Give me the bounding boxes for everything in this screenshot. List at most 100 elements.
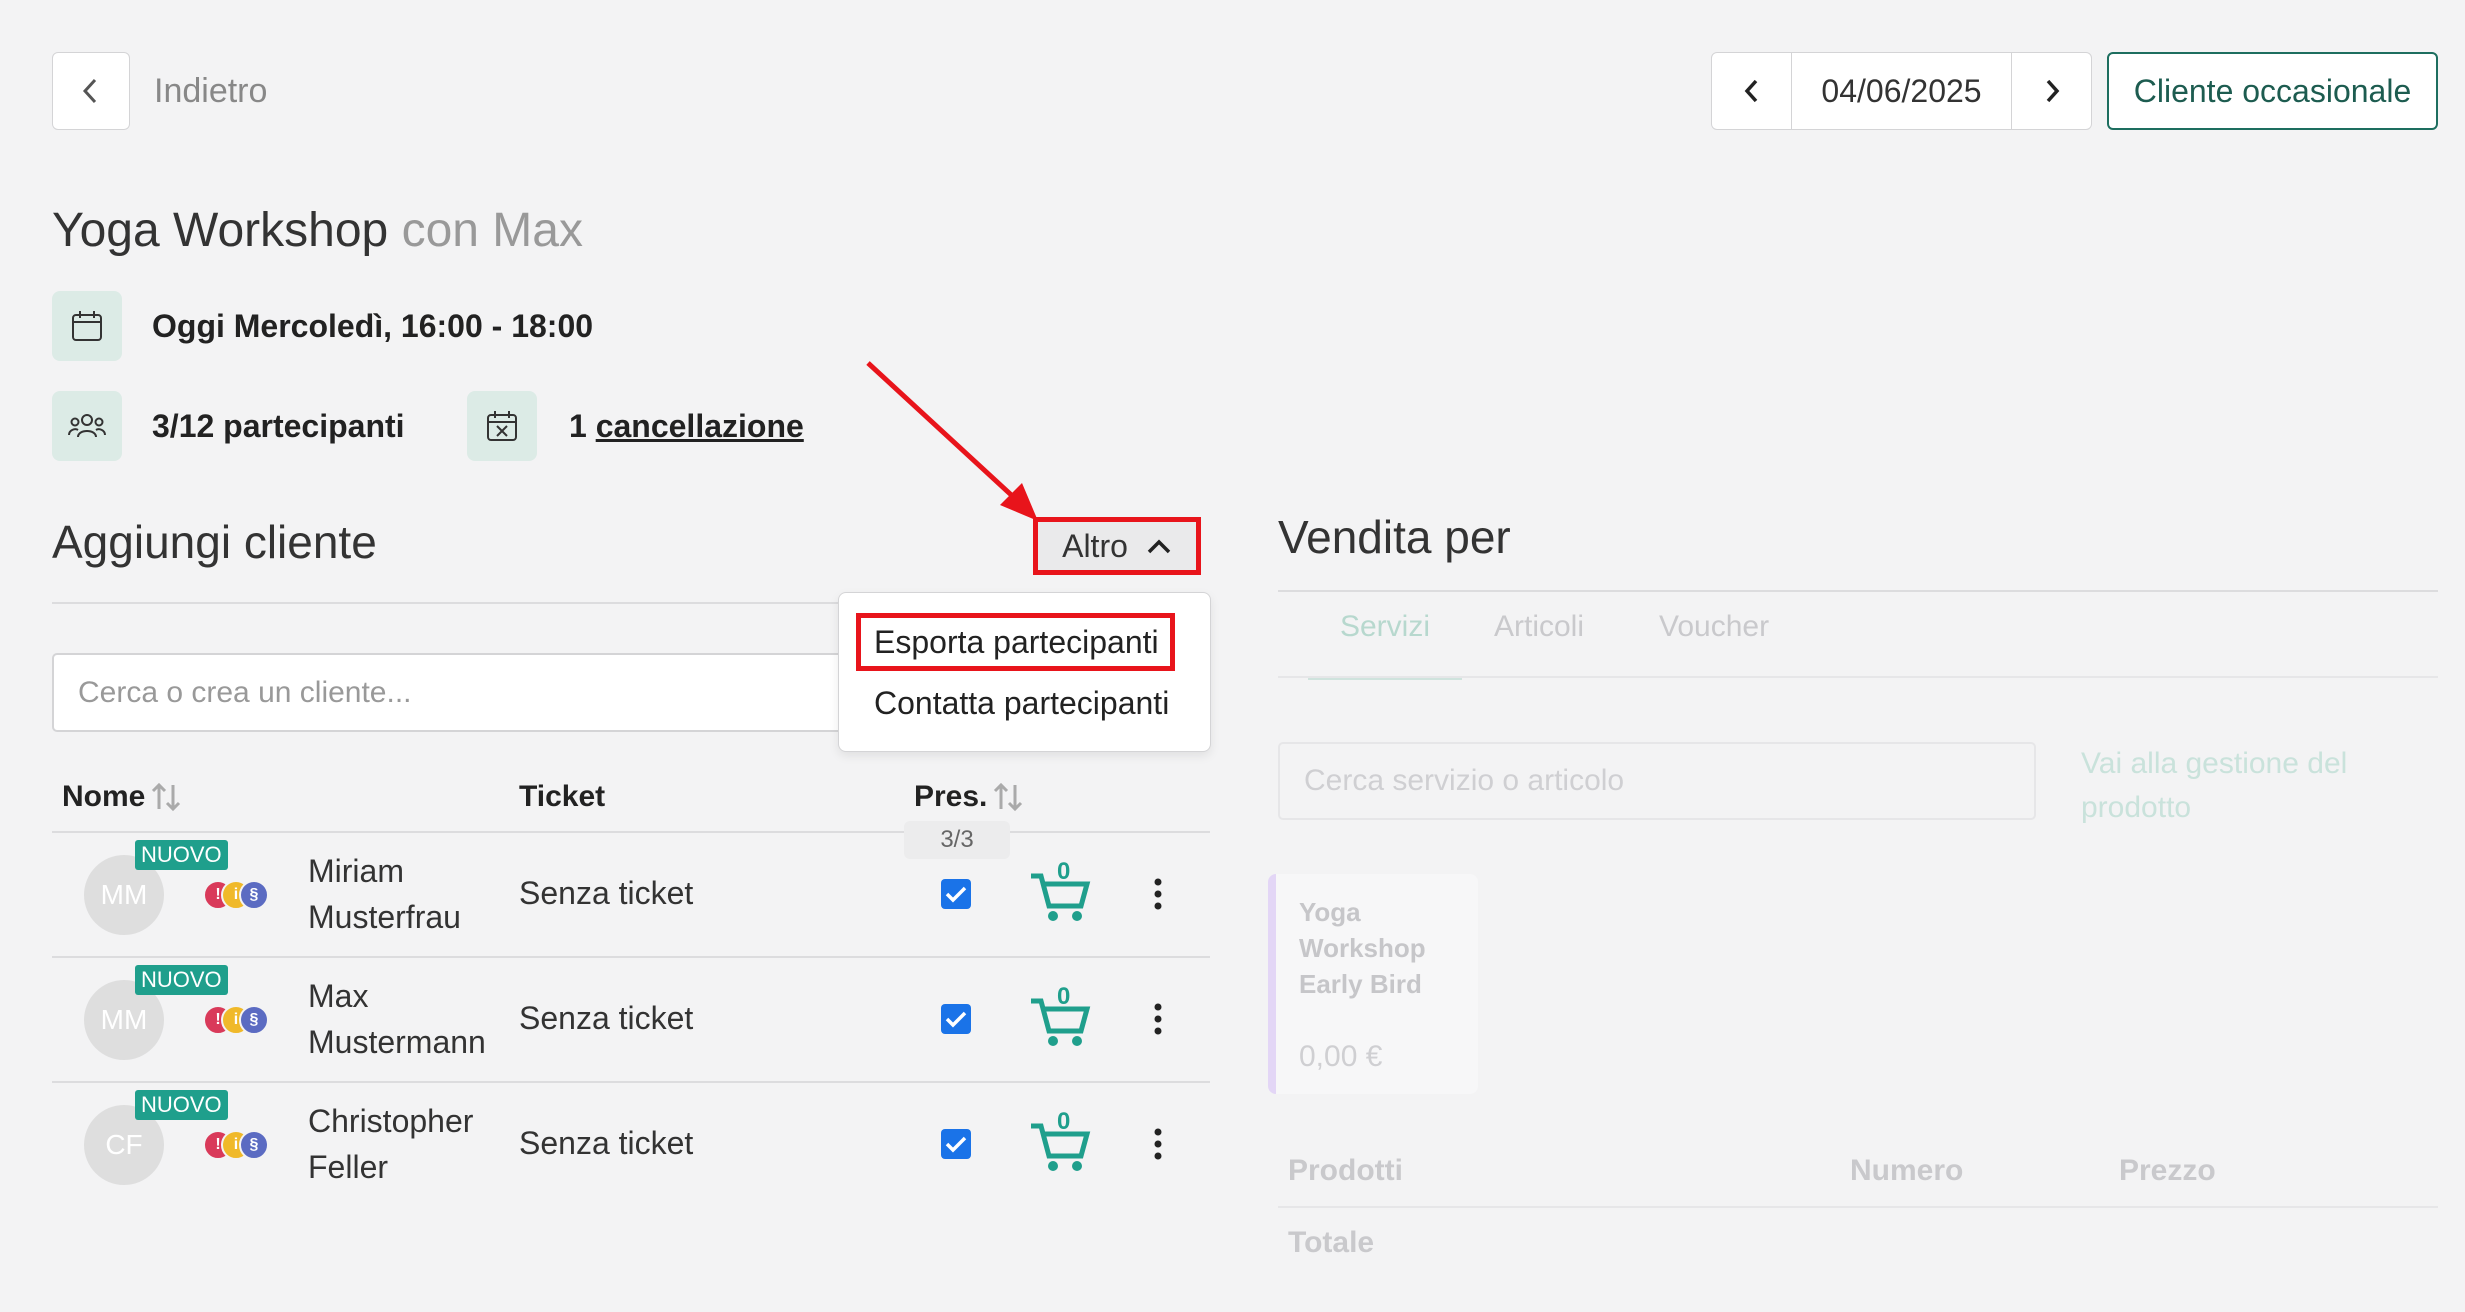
- column-header-pres[interactable]: Pres.: [914, 780, 1025, 814]
- product-search-input[interactable]: Cerca servizio o articolo: [1278, 742, 2036, 820]
- column-header-ticket: Ticket: [519, 780, 606, 813]
- paragraph-icon: §: [239, 1005, 269, 1035]
- client-last-name: Feller: [308, 1149, 389, 1185]
- tabs-divider: [1278, 676, 2438, 678]
- back-label[interactable]: Indietro: [154, 72, 267, 111]
- table-row[interactable]: CF NUOVO ! i § Christopher Feller Senza …: [52, 1083, 1210, 1207]
- row-more-menu[interactable]: [1152, 1128, 1164, 1165]
- presence-checkbox[interactable]: [941, 1004, 971, 1034]
- table-row[interactable]: MM NUOVO ! i § Miriam Musterfrau Senza t…: [52, 832, 1210, 956]
- sale-heading: Vendita per: [1278, 511, 1511, 563]
- cancellation-link[interactable]: cancellazione: [596, 408, 804, 444]
- manage-products-link[interactable]: Vai alla gestione del prodotto: [2081, 742, 2401, 830]
- client-name[interactable]: Miriam Musterfrau: [308, 848, 461, 940]
- back-button[interactable]: [52, 52, 130, 130]
- calendar-x-icon: [487, 411, 517, 441]
- total-label: Totale: [1288, 1226, 1375, 1259]
- altro-label: Altro: [1062, 527, 1128, 564]
- client-last-name: Musterfrau: [308, 899, 461, 935]
- chevron-left-icon: [82, 78, 97, 104]
- new-badge: NUOVO: [135, 1090, 228, 1120]
- client-name[interactable]: Christopher Feller: [308, 1098, 473, 1190]
- status-dots: ! i §: [203, 1005, 269, 1035]
- table-row[interactable]: MM NUOVO ! i § Max Mustermann Senza tick…: [52, 958, 1210, 1082]
- sale-divider: [1278, 590, 2438, 592]
- event-instructor: con Max: [401, 204, 583, 257]
- altro-button[interactable]: Altro: [1033, 517, 1201, 575]
- kebab-menu-icon: [1154, 1128, 1162, 1160]
- client-last-name: Mustermann: [308, 1024, 486, 1060]
- cart-count: 0: [1057, 1108, 1071, 1135]
- chevron-up-icon: [1147, 539, 1171, 554]
- client-first-name: Christopher: [308, 1103, 474, 1139]
- calendar-icon: [72, 311, 102, 341]
- occasional-client-button[interactable]: Cliente occasionale: [2107, 52, 2438, 130]
- check-icon: [945, 886, 967, 903]
- kebab-menu-icon: [1154, 878, 1162, 910]
- client-search-input[interactable]: Cerca o crea un cliente...: [52, 653, 932, 732]
- ticket-value: Senza ticket: [519, 875, 694, 911]
- cancellation-count: 1: [569, 408, 587, 444]
- kebab-menu-icon: [1154, 1003, 1162, 1035]
- cart-count: 0: [1057, 983, 1071, 1010]
- column-header-products: Prodotti: [1288, 1154, 1403, 1187]
- event-title: Yoga Workshop: [52, 204, 389, 257]
- paragraph-icon: §: [239, 1130, 269, 1160]
- chevron-right-icon: [2046, 79, 2059, 103]
- ticket-value: Senza ticket: [519, 1000, 694, 1036]
- presence-checkbox[interactable]: [941, 879, 971, 909]
- row-more-menu[interactable]: [1152, 878, 1164, 915]
- column-header-name[interactable]: Nome: [62, 780, 183, 814]
- cancellations: 1 cancellazione: [569, 408, 804, 445]
- tab-label: Servizi: [1339, 610, 1430, 643]
- client-first-name: Miriam: [308, 853, 404, 889]
- sale-tabs: Servizi Articoli Voucher: [1278, 610, 2438, 680]
- status-dots: ! i §: [203, 1130, 269, 1160]
- participants-count: 3/12 partecipanti: [152, 408, 405, 444]
- status-dots: ! i §: [203, 880, 269, 910]
- client-name[interactable]: Max Mustermann: [308, 973, 486, 1065]
- date-value[interactable]: 04/06/2025: [1792, 53, 2011, 129]
- product-price: 0,00 €: [1299, 1040, 1383, 1073]
- add-client-heading: Aggiungi cliente: [52, 516, 377, 568]
- cart-button[interactable]: 0: [1029, 983, 1093, 1051]
- page-title: Yoga Workshop con Max: [52, 203, 583, 258]
- date-navigator: 04/06/2025: [1711, 52, 2092, 130]
- calendar-icon-tile: [52, 291, 122, 361]
- cancellation-icon-tile: [467, 391, 537, 461]
- column-header-price: Prezzo: [2119, 1154, 2216, 1187]
- menu-item-label: Esporta partecipanti: [874, 623, 1159, 660]
- column-header-number: Numero: [1850, 1154, 1964, 1187]
- row-more-menu[interactable]: [1152, 1003, 1164, 1040]
- menu-item-label: Contatta partecipanti: [874, 685, 1170, 721]
- cart-button[interactable]: 0: [1029, 858, 1093, 926]
- tab-articoli[interactable]: Articoli: [1494, 610, 1584, 644]
- tab-servizi[interactable]: Servizi: [1308, 610, 1462, 680]
- annotation-arrow: [866, 361, 1038, 521]
- ticket-value: Senza ticket: [519, 1125, 694, 1161]
- altro-dropdown-menu: Esporta partecipanti Contatta partecipan…: [838, 592, 1211, 752]
- tab-voucher[interactable]: Voucher: [1659, 610, 1769, 644]
- product-name: Yoga Workshop Early Bird: [1299, 897, 1426, 999]
- cart-count: 0: [1057, 858, 1071, 885]
- product-card[interactable]: Yoga Workshop Early Bird 0,00 €: [1268, 874, 1478, 1094]
- prev-date-button[interactable]: [1712, 53, 1792, 129]
- new-badge: NUOVO: [135, 965, 228, 995]
- cart-button[interactable]: 0: [1029, 1108, 1093, 1176]
- column-header-name-label: Nome: [62, 780, 146, 813]
- paragraph-icon: §: [239, 880, 269, 910]
- presence-checkbox[interactable]: [941, 1129, 971, 1159]
- totals-divider: [1278, 1206, 2438, 1208]
- chevron-left-icon: [1744, 79, 1757, 103]
- users-icon: [68, 414, 106, 438]
- check-icon: [945, 1011, 967, 1028]
- sort-icon: [994, 782, 1023, 812]
- new-badge: NUOVO: [135, 840, 228, 870]
- event-time: Oggi Mercoledì, 16:00 - 18:00: [152, 308, 594, 344]
- sort-icon: [152, 782, 181, 812]
- participants-icon-tile: [52, 391, 122, 461]
- next-date-button[interactable]: [2011, 53, 2091, 129]
- column-header-pres-label: Pres.: [914, 780, 988, 813]
- menu-item-export-participants[interactable]: Esporta partecipanti: [856, 613, 1175, 671]
- menu-item-contact-participants[interactable]: Contatta partecipanti: [874, 685, 1169, 722]
